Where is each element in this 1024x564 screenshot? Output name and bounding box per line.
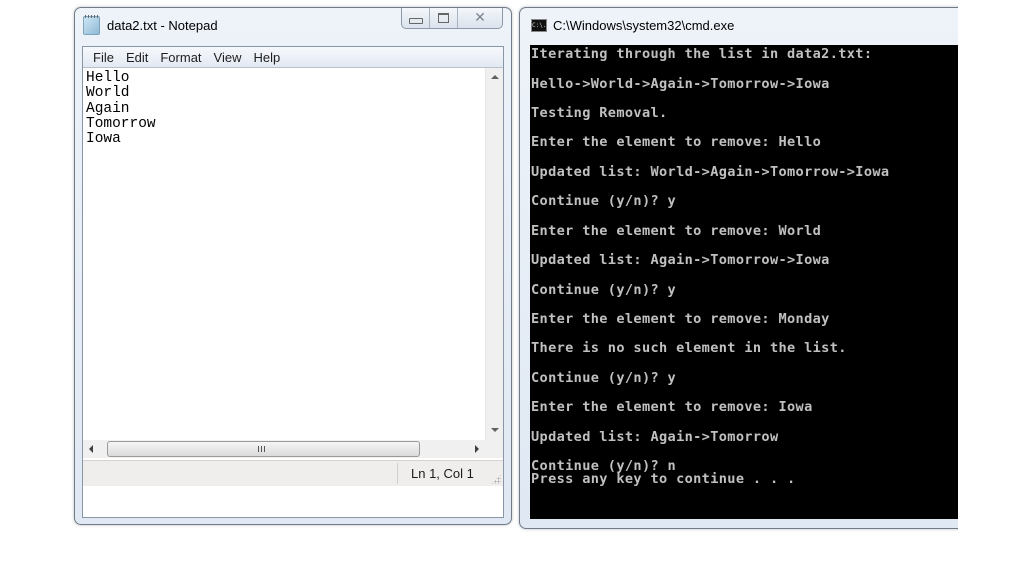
scrollbar-corner xyxy=(486,440,503,458)
editor-line: Again xyxy=(86,100,130,117)
background xyxy=(958,0,1024,564)
maximize-button[interactable] xyxy=(430,8,458,28)
notepad-window: data2.txt - Notepad ✕ File Edit Format V… xyxy=(74,7,512,525)
console-line: Updated list: Again->Tomorrow xyxy=(531,429,779,445)
cmd-title: C:\Windows\system32\cmd.exe xyxy=(553,18,735,33)
menu-help[interactable]: Help xyxy=(247,50,286,65)
minimize-icon xyxy=(408,18,423,24)
horizontal-scrollbar[interactable] xyxy=(83,440,486,458)
console-line: Updated list: Again->Tomorrow->Iowa xyxy=(531,252,830,268)
grip-icon xyxy=(258,446,266,452)
resize-grip-icon[interactable] xyxy=(491,474,501,484)
cmd-icon: C:\. xyxy=(531,19,547,32)
notepad-icon xyxy=(83,14,100,35)
scroll-down-arrow-icon[interactable] xyxy=(491,428,499,432)
console-line: Enter the element to remove: Monday xyxy=(531,311,830,327)
cmd-window: C:\. C:\Windows\system32\cmd.exe Iterati… xyxy=(519,7,980,529)
maximize-icon xyxy=(438,13,449,23)
console-output[interactable]: Iterating through the list in data2.txt:… xyxy=(530,45,980,519)
editor-line: Tomorrow xyxy=(86,115,156,132)
close-button[interactable]: ✕ xyxy=(458,8,502,28)
console-line: Continue (y/n)? y xyxy=(531,370,677,386)
vertical-scrollbar[interactable] xyxy=(485,68,503,440)
notepad-title: data2.txt - Notepad xyxy=(107,17,218,33)
console-line: Enter the element to remove: Iowa xyxy=(531,399,813,415)
close-icon: ✕ xyxy=(474,10,486,26)
menu-format[interactable]: Format xyxy=(154,50,207,65)
console-line: Enter the element to remove: World xyxy=(531,223,822,239)
console-line: Iterating through the list in data2.txt: xyxy=(531,46,873,62)
scroll-left-arrow-icon[interactable] xyxy=(89,445,93,453)
console-line: Updated list: World->Again->Tomorrow->Io… xyxy=(531,164,890,180)
menu-edit[interactable]: Edit xyxy=(120,50,154,65)
minimize-button[interactable] xyxy=(402,8,430,28)
scroll-right-arrow-icon[interactable] xyxy=(475,445,479,453)
console-line: Continue (y/n)? y xyxy=(531,282,677,298)
notepad-client: File Edit Format View Help Hello World Aga… xyxy=(82,46,504,518)
editor-line: World xyxy=(86,85,130,102)
cmd-titlebar[interactable]: C:\. C:\Windows\system32\cmd.exe xyxy=(531,18,734,33)
menu-view[interactable]: View xyxy=(208,50,248,65)
console-line: Enter the element to remove: Hello xyxy=(531,134,822,150)
notepad-titlebar[interactable]: data2.txt - Notepad xyxy=(83,14,218,36)
window-controls: ✕ xyxy=(401,8,503,29)
status-divider xyxy=(397,463,398,484)
horizontal-scroll-thumb[interactable] xyxy=(107,441,420,457)
editor-line: Iowa xyxy=(86,131,121,148)
cursor-position: Ln 1, Col 1 xyxy=(411,466,474,481)
scroll-up-arrow-icon[interactable] xyxy=(491,75,499,79)
console-line: Testing Removal. xyxy=(531,105,668,121)
editor-line: Hello xyxy=(86,70,130,86)
console-line: Continue (y/n)? y xyxy=(531,193,677,209)
menu-bar: File Edit Format View Help xyxy=(83,47,503,68)
console-line: There is no such element in the list. xyxy=(531,340,847,356)
status-bar: Ln 1, Col 1 xyxy=(83,460,503,486)
console-line: Press any key to continue . . . xyxy=(531,471,796,487)
menu-file[interactable]: File xyxy=(87,50,120,65)
text-editor[interactable]: Hello World Again Tomorrow Iowa xyxy=(83,68,486,440)
console-line: Hello->World->Again->Tomorrow->Iowa xyxy=(531,76,830,92)
